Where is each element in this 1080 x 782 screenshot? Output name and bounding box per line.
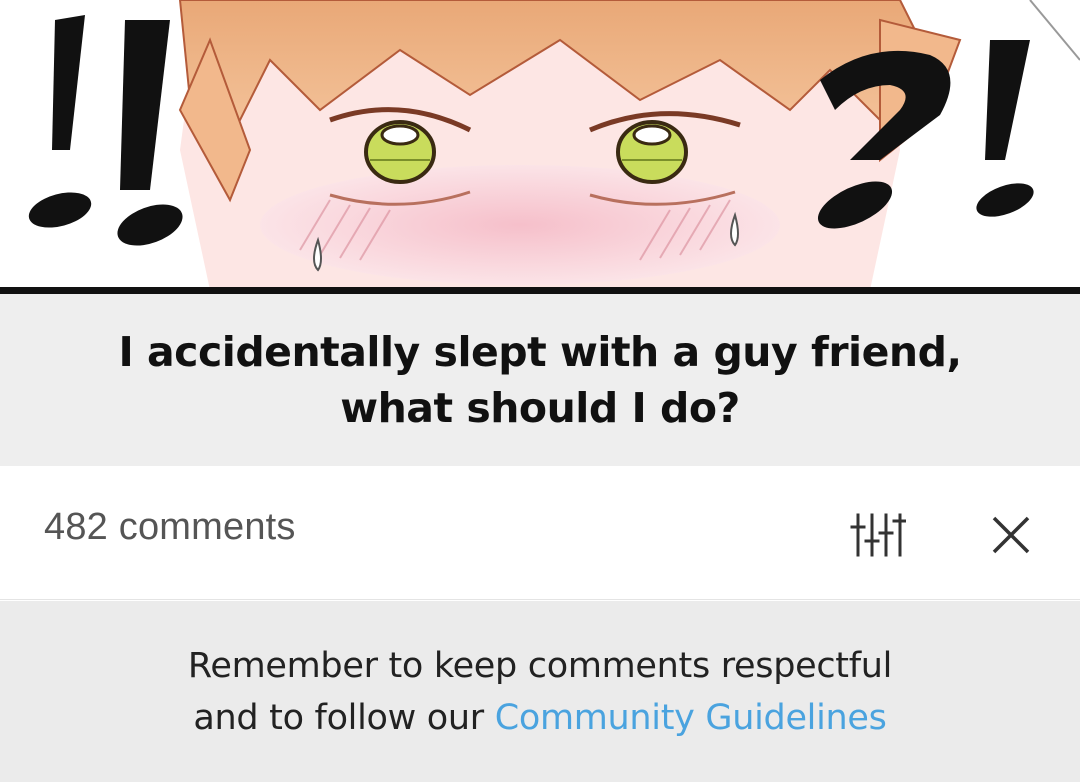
comment-guidelines-notice: Remember to keep comments respectful and… — [0, 601, 1080, 782]
close-icon — [992, 516, 1030, 554]
post-title-area: I accidentally slept with a guy friend, … — [0, 294, 1080, 466]
manga-panel-illustration — [28, 0, 1080, 290]
notice-text: Remember to keep comments respectful and… — [90, 640, 990, 744]
post-title-line-1: I accidentally slept with a guy friend, — [118, 328, 962, 376]
notice-line-2-prefix: and to follow our — [193, 697, 495, 738]
notice-line-1: Remember to keep comments respectful — [187, 645, 893, 686]
comments-header: 482 comments — [0, 466, 1080, 600]
manga-panel — [0, 0, 1080, 290]
sliders-icon — [850, 513, 906, 557]
post-title-line-2: what should I do? — [340, 384, 740, 432]
filter-button[interactable] — [846, 508, 910, 562]
community-guidelines-link[interactable]: Community Guidelines — [495, 698, 887, 738]
close-button[interactable] — [982, 506, 1040, 564]
notice-line-2: and to follow our Community Guidelines — [90, 692, 990, 744]
post-title: I accidentally slept with a guy friend, … — [90, 324, 990, 436]
comment-count: 482 comments — [44, 506, 296, 548]
panel-divider — [0, 287, 1080, 294]
